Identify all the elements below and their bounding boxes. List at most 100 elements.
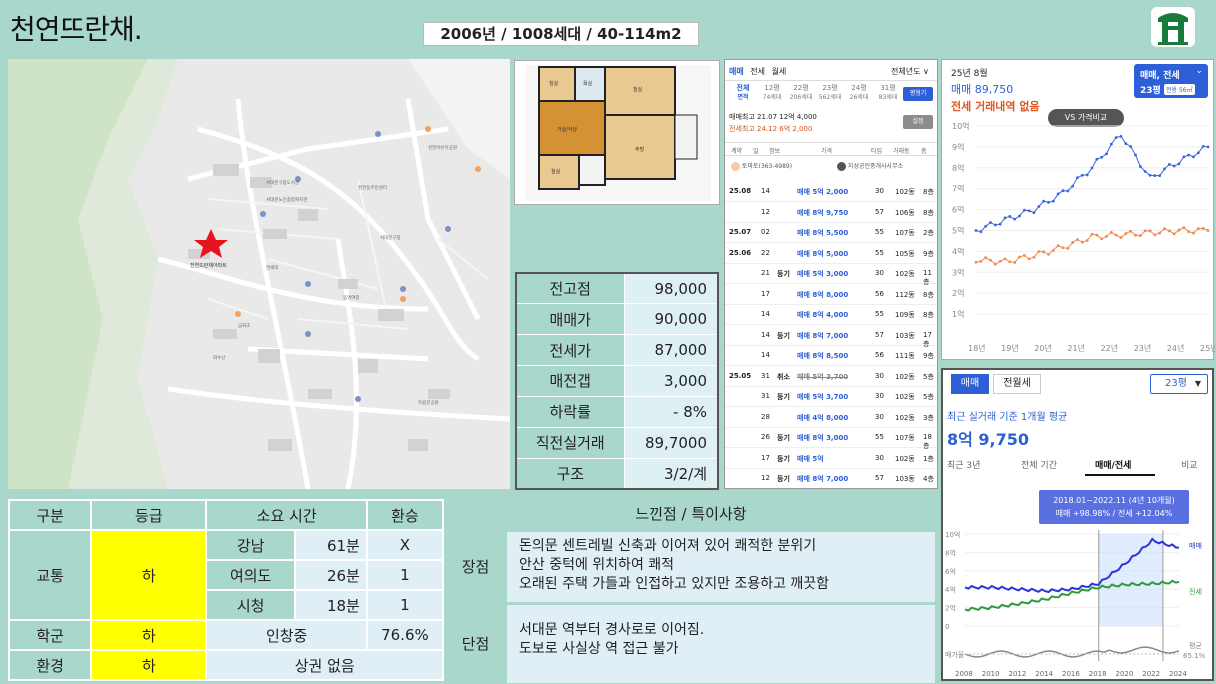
column-header: 가격	[821, 148, 833, 155]
tab-sale[interactable]: 매매	[951, 374, 989, 394]
transaction-row[interactable]: 31 등기 매매 5억 3,700 30 102동 5층	[725, 385, 937, 407]
cons-line: 도보로 사실상 역 접근 불가	[519, 641, 679, 657]
data-point	[1114, 233, 1118, 237]
pros-line: 오래된 주택 가들과 인접하고 있지만 조용하고 깨끗함	[519, 576, 830, 592]
tab-all-period[interactable]: 전체 기간	[1021, 458, 1057, 471]
row-floor: 1층	[923, 454, 934, 463]
row-type: 30	[875, 371, 884, 380]
data-point	[1071, 241, 1075, 244]
transaction-row[interactable]: 25.05 31 취소 매매 5억 3,700 30 102동 5층	[725, 365, 937, 387]
row-day: 14	[761, 187, 770, 195]
chart-filter[interactable]: 매매, 전세 ⌄ 23평 전용 56㎡	[1134, 64, 1208, 98]
long-term-chart[interactable]: 매매 전월세 23평 ▼ 최근 실거래 기준 1개월 평균 8억 9,750 최…	[941, 368, 1214, 681]
data-point	[1163, 227, 1166, 231]
price-value: 90,000	[623, 303, 719, 336]
x-tick-label: 2008	[955, 670, 973, 678]
size-filter-option[interactable]: 12평 74세대	[758, 84, 786, 102]
tab-rent[interactable]: 전월세	[993, 374, 1041, 394]
transaction-row[interactable]: 28 매매 4억 8,000 30 102동 3층	[725, 406, 937, 428]
x-tick-label: 20년	[1034, 343, 1052, 353]
tab-monthly[interactable]: 월세	[772, 67, 787, 76]
data-point	[993, 262, 997, 266]
route-transfer: 1	[365, 589, 445, 621]
tab-sale-jeonse[interactable]: 매매/전세	[1095, 458, 1131, 471]
transaction-row[interactable]: 12 등기 매매 8억 7,000 57 103동 4층	[725, 467, 937, 488]
row-dong: 111동	[895, 352, 915, 360]
price-trend-chart[interactable]: 25년 8월 매매 89,750 전세 거래내역 없음 매매, 전세 ⌄ 23평…	[941, 59, 1215, 360]
transaction-row[interactable]: 17 등기 매매 5억 30 102동 1층	[725, 447, 937, 469]
data-point	[1095, 233, 1099, 237]
x-tick-label: 24년	[1167, 343, 1185, 353]
size-button[interactable]: 평형기	[903, 87, 933, 101]
data-point	[974, 229, 978, 232]
size-select[interactable]: 23평 ▼	[1150, 374, 1208, 394]
cons-text: 서대문 역부터 경사로로 이어짐. 도보로 사실상 역 접근 불가	[507, 605, 935, 683]
transaction-row[interactable]: 17 매매 8억 8,000 56 112동 8층	[725, 283, 937, 305]
y-tick-label: 6억	[952, 205, 964, 215]
size-households: 26세대	[849, 94, 869, 101]
data-point	[1100, 237, 1104, 241]
agent-avatar	[837, 162, 846, 171]
row-month: 25.06	[729, 248, 752, 257]
price-label: 구조	[515, 457, 625, 490]
x-tick-label: 25년	[1200, 343, 1215, 353]
size-filter-option[interactable]: 전체 면적	[729, 84, 757, 102]
row-tag: 취소	[777, 372, 790, 381]
transaction-row[interactable]: 25.07 02 매매 8억 5,500 55 107동 2층	[725, 221, 937, 243]
transaction-row[interactable]: 25.06 22 매매 8억 5,000 55 105동 9층	[725, 242, 937, 264]
y-tick-label: 8억	[945, 549, 956, 557]
x-tick-label: 2022	[1142, 670, 1160, 678]
transaction-row[interactable]: 14 등기 매매 8억 7,000 57 103동 17층	[725, 324, 937, 348]
size-label: 22평	[793, 84, 809, 92]
size-filter-option[interactable]: 31평 83세대	[874, 84, 902, 102]
grade-school: 하	[90, 619, 208, 651]
map-place: 서대문구립도서관	[266, 179, 299, 186]
data-point	[1153, 174, 1157, 178]
data-point	[1047, 200, 1050, 204]
map-place: 천연동주민센터	[358, 184, 387, 191]
env-note: 상권 없음	[205, 649, 444, 681]
row-type: 55	[875, 433, 884, 441]
row-day: 31	[761, 392, 770, 400]
row-floor: 9층	[923, 352, 934, 360]
transaction-list[interactable]: 매매 전세 월세 전체년도 ∨ 전체 면적 12평 74세대 22평 206세대 23평 56…	[724, 59, 938, 489]
transaction-row[interactable]: 26 등기 매매 8억 3,000 55 107동 18층	[725, 426, 937, 450]
transaction-row[interactable]: 12 매매 8억 9,750 57 106동 8층	[725, 201, 937, 223]
room-label: 침실	[549, 80, 559, 87]
transaction-row[interactable]: 25.08 14 매매 5억 2,000 30 102동 8층	[725, 180, 937, 202]
size-label: 24평	[851, 84, 867, 92]
caret-down-icon: ▼	[1194, 379, 1201, 388]
transaction-row[interactable]: 14 매매 8억 4,000 55 109동 8층	[725, 303, 937, 325]
row-day: 21	[761, 269, 770, 277]
year-filter[interactable]: 전체년도 ∨	[891, 66, 929, 77]
tab-sale[interactable]: 매매	[729, 67, 744, 76]
data-point	[1105, 234, 1108, 238]
size-filter-option[interactable]: 24평 26세대	[845, 84, 873, 102]
settings-button[interactable]: 설정	[903, 115, 933, 129]
location-map[interactable]: 천연뜨란채아파트 서대문구립도서관 천연동주민센터 서대문구청 동명여중 금화초…	[8, 59, 510, 489]
size-filter-option[interactable]: 23평 562세대	[816, 84, 844, 102]
row-price: 매매 8억 8,500	[797, 352, 849, 360]
filter-title: 매매, 전세	[1140, 71, 1180, 81]
transaction-row[interactable]: 14 매매 8억 8,500 56 111동 9층	[725, 344, 937, 366]
size-filter-option[interactable]: 22평 206세대	[787, 84, 815, 102]
row-day: 14	[761, 330, 770, 339]
transaction-row[interactable]: 21 등기 매매 5억 3,000 30 102동 11층	[725, 262, 937, 286]
data-point	[1158, 231, 1162, 235]
tab-recent3y[interactable]: 최근 3년	[947, 458, 980, 471]
route-transfer: X	[365, 529, 445, 561]
row-day: 14	[761, 310, 770, 318]
map-canvas[interactable]: 천연뜨란채아파트 서대문구립도서관 천연동주민센터 서대문구청 동명여중 금화초…	[8, 59, 510, 489]
grade-env: 하	[90, 649, 208, 681]
tab-jeonse[interactable]: 전세	[750, 67, 765, 76]
data-point	[1076, 238, 1079, 241]
data-point	[1013, 217, 1017, 221]
data-point	[1143, 229, 1147, 233]
tab-compare[interactable]: 비교	[1181, 458, 1198, 471]
data-point	[1105, 152, 1108, 156]
avg-price: 8억 9,750	[947, 430, 1030, 449]
route-dest: 시청	[205, 589, 296, 621]
data-point	[1119, 236, 1123, 240]
price-summary-table: 전고점 98,000 매매가 90,000 전세가 87,000 매전갭 3,000 하락률 - …	[515, 272, 719, 490]
legend-jeonse: 전세	[1189, 587, 1202, 596]
